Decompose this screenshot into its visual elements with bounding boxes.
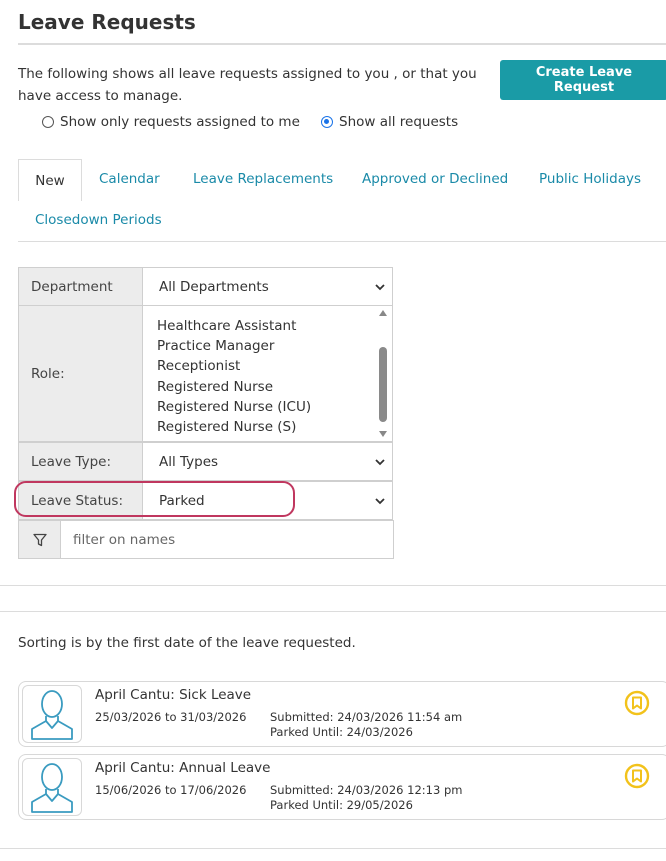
filter-icon-box	[19, 521, 61, 558]
tab-approved-or-declined[interactable]: Approved or Declined	[362, 171, 508, 187]
leave-status-select[interactable]: Parked	[143, 482, 392, 519]
request-title: April Cantu: Sick Leave	[95, 687, 252, 703]
avatar	[22, 685, 82, 743]
role-filter-row: Role: Healthcare Assistant Practice Mana…	[18, 305, 393, 442]
leave-status-value: Parked	[159, 492, 205, 509]
show-all-label: Show all requests	[339, 114, 459, 130]
request-title: April Cantu: Annual Leave	[95, 760, 271, 776]
role-option[interactable]: Healthcare Assistant	[157, 316, 311, 336]
leave-type-value: All Types	[159, 453, 219, 470]
role-option[interactable]: Registered Nurse	[157, 377, 311, 397]
tabs-divider	[18, 241, 666, 242]
chevron-down-icon	[375, 458, 385, 465]
section-divider	[0, 611, 666, 612]
scroll-down-arrow-icon[interactable]	[379, 431, 387, 437]
department-filter-row: Department All Departments	[18, 267, 393, 306]
tab-closedown-periods[interactable]: Closedown Periods	[35, 212, 162, 228]
page-title: Leave Requests	[18, 10, 196, 34]
role-option[interactable]: Practice Manager	[157, 336, 311, 356]
user-avatar-icon	[31, 763, 73, 813]
leave-status-label: Leave Status:	[19, 482, 143, 519]
user-avatar-icon	[31, 690, 73, 740]
request-dates: 15/06/2026 to 17/06/2026	[95, 783, 247, 797]
sorting-note: Sorting is by the first date of the leav…	[18, 635, 356, 651]
parked-until-text: Parked Until: 29/05/2026	[270, 798, 413, 812]
scrollbar-thumb[interactable]	[379, 347, 387, 422]
role-option[interactable]: Registered Nurse (ICU)	[157, 397, 311, 417]
create-leave-request-button[interactable]: Create Leave Request	[500, 60, 666, 100]
tab-new[interactable]: New	[18, 159, 82, 201]
chevron-down-icon	[375, 497, 385, 504]
scroll-up-arrow-icon[interactable]	[379, 310, 387, 316]
department-label: Department	[19, 268, 143, 305]
tab-new-label: New	[35, 172, 65, 189]
role-listbox[interactable]: Healthcare Assistant Practice Manager Re…	[143, 306, 392, 441]
funnel-icon	[32, 533, 47, 546]
role-option[interactable]: Registered Nurse (S)	[157, 417, 311, 437]
chevron-down-icon	[375, 283, 385, 290]
radio-checked-icon[interactable]	[321, 116, 333, 128]
leave-type-label: Leave Type:	[19, 443, 143, 480]
leave-type-filter-row: Leave Type: All Types	[18, 442, 393, 481]
submitted-text: Submitted: 24/03/2026 11:54 am	[270, 710, 463, 724]
leave-request-card[interactable]: April Cantu: Annual Leave 15/06/2026 to …	[18, 754, 666, 820]
bottom-divider	[0, 848, 666, 849]
parked-badge-icon	[624, 763, 650, 789]
department-select[interactable]: All Departments	[143, 268, 392, 305]
assigned-only-radio[interactable]: Show only requests assigned to me	[42, 112, 300, 132]
name-filter-input[interactable]	[61, 521, 393, 558]
department-value: All Departments	[159, 278, 269, 295]
tab-public-holidays[interactable]: Public Holidays	[539, 171, 641, 187]
intro-text: The following shows all leave requests a…	[18, 66, 477, 104]
tab-calendar[interactable]: Calendar	[99, 171, 160, 187]
assigned-only-label: Show only requests assigned to me	[60, 114, 300, 130]
role-label: Role:	[19, 306, 143, 441]
request-meta: Submitted: 24/03/2026 12:13 pm Parked Un…	[270, 783, 462, 813]
leave-request-card[interactable]: April Cantu: Sick Leave 25/03/2026 to 31…	[18, 681, 666, 747]
tab-leave-replacements[interactable]: Leave Replacements	[193, 171, 333, 187]
leave-status-filter-row: Leave Status: Parked	[18, 481, 393, 520]
request-meta: Submitted: 24/03/2026 11:54 am Parked Un…	[270, 710, 462, 740]
role-option[interactable]: Receptionist	[157, 356, 311, 376]
request-dates: 25/03/2026 to 31/03/2026	[95, 710, 247, 724]
parked-badge-icon	[624, 690, 650, 716]
radio-unchecked-icon[interactable]	[42, 116, 54, 128]
submitted-text: Submitted: 24/03/2026 12:13 pm	[270, 783, 463, 797]
leave-type-select[interactable]: All Types	[143, 443, 392, 480]
show-all-radio[interactable]: Show all requests	[321, 112, 458, 132]
title-divider	[18, 43, 666, 45]
avatar	[22, 758, 82, 816]
parked-until-text: Parked Until: 24/03/2026	[270, 725, 413, 739]
name-filter-row	[18, 520, 394, 559]
section-divider	[0, 585, 666, 586]
